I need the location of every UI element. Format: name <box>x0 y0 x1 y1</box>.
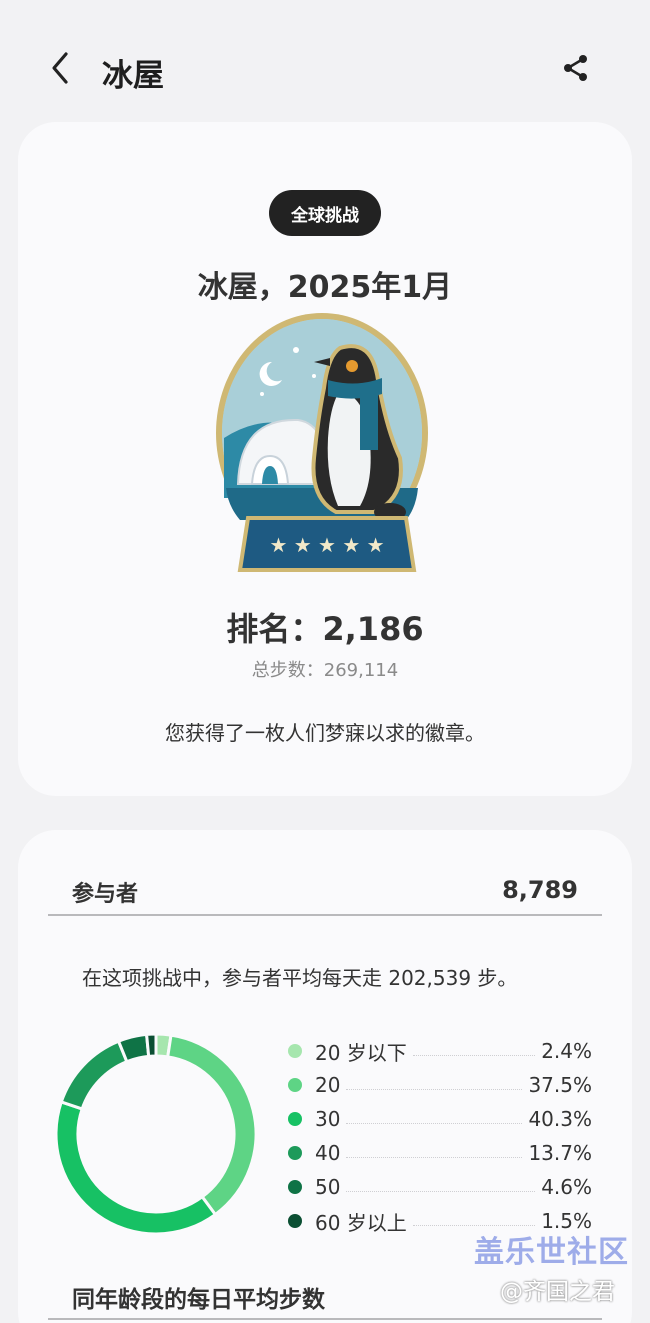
legend-leader <box>346 1122 523 1124</box>
legend-label: 60 岁以上 <box>315 1210 407 1235</box>
section-title-age-steps: 同年龄段的每日平均步数 <box>72 1287 325 1313</box>
legend-leader <box>412 1224 536 1226</box>
participants-count: 8,789 <box>502 876 578 904</box>
legend-row: 20 37.5% <box>288 1068 592 1102</box>
back-button[interactable] <box>40 48 80 88</box>
legend-row: 40 13.7% <box>288 1136 592 1170</box>
badge-title: 冰屋，2025年1月 <box>197 270 453 305</box>
legend-percent: 40.3% <box>528 1107 592 1131</box>
donut-slice-2 <box>54 1100 218 1236</box>
page-title: 冰屋 <box>102 58 164 94</box>
legend-row: 30 40.3% <box>288 1102 592 1136</box>
participants-label: 参与者 <box>72 882 139 907</box>
legend-percent: 2.4% <box>541 1039 592 1063</box>
age-distribution-donut-chart <box>54 1032 258 1236</box>
legend-dot <box>288 1214 302 1228</box>
legend-row: 20 岁以下 2.4% <box>288 1034 592 1068</box>
legend-percent: 13.7% <box>528 1141 592 1165</box>
share-icon <box>564 55 587 81</box>
total-steps-text: 总步数：269,114 <box>251 660 399 681</box>
average-steps-text: 在这项挑战中，参与者平均每天走 202,539 步。 <box>82 966 518 990</box>
divider <box>48 914 602 916</box>
legend-leader <box>412 1054 536 1056</box>
legend-percent: 37.5% <box>528 1073 592 1097</box>
watermark-author: @齐国之君 <box>500 1279 615 1305</box>
legend-dot <box>288 1044 302 1058</box>
donut-slice-5 <box>144 1032 158 1058</box>
legend-leader <box>346 1190 536 1192</box>
legend-dot <box>288 1112 302 1126</box>
legend-label: 40 <box>315 1141 341 1165</box>
challenge-type-chip: 全球挑战 <box>269 190 381 236</box>
legend-label: 50 <box>315 1175 341 1199</box>
divider <box>48 1318 602 1320</box>
legend-row: 50 4.6% <box>288 1170 592 1204</box>
legend-percent: 4.6% <box>541 1175 592 1199</box>
legend-dot <box>288 1180 302 1194</box>
badge-description: 您获得了一枚人们梦寐以求的徽章。 <box>165 721 485 745</box>
share-button[interactable] <box>558 50 594 86</box>
donut-slice-3 <box>59 1039 129 1111</box>
donut-slice-1 <box>166 1033 258 1217</box>
top-bar: 冰屋 <box>0 0 650 122</box>
legend-label: 20 <box>315 1073 341 1097</box>
watermark-brand: 盖乐世社区 <box>474 1235 629 1270</box>
legend-leader <box>346 1156 523 1158</box>
legend-leader <box>346 1088 523 1090</box>
legend-dot <box>288 1078 302 1092</box>
svg-text:★ ★ ★ ★ ★: ★ ★ ★ ★ ★ <box>269 533 384 557</box>
legend-label: 30 <box>315 1107 341 1131</box>
legend-dot <box>288 1146 302 1160</box>
rank-text: 排名：2,186 <box>226 610 424 648</box>
legend-label: 20 岁以下 <box>315 1040 407 1065</box>
igloo-penguin-medal-icon: ★ ★ ★ ★ ★ <box>216 313 428 572</box>
age-legend: 20 岁以下 2.4% 20 37.5% 30 40.3% 40 13.7% 50 4.6% 60 … <box>288 1034 592 1238</box>
chevron-left-icon <box>52 52 68 84</box>
